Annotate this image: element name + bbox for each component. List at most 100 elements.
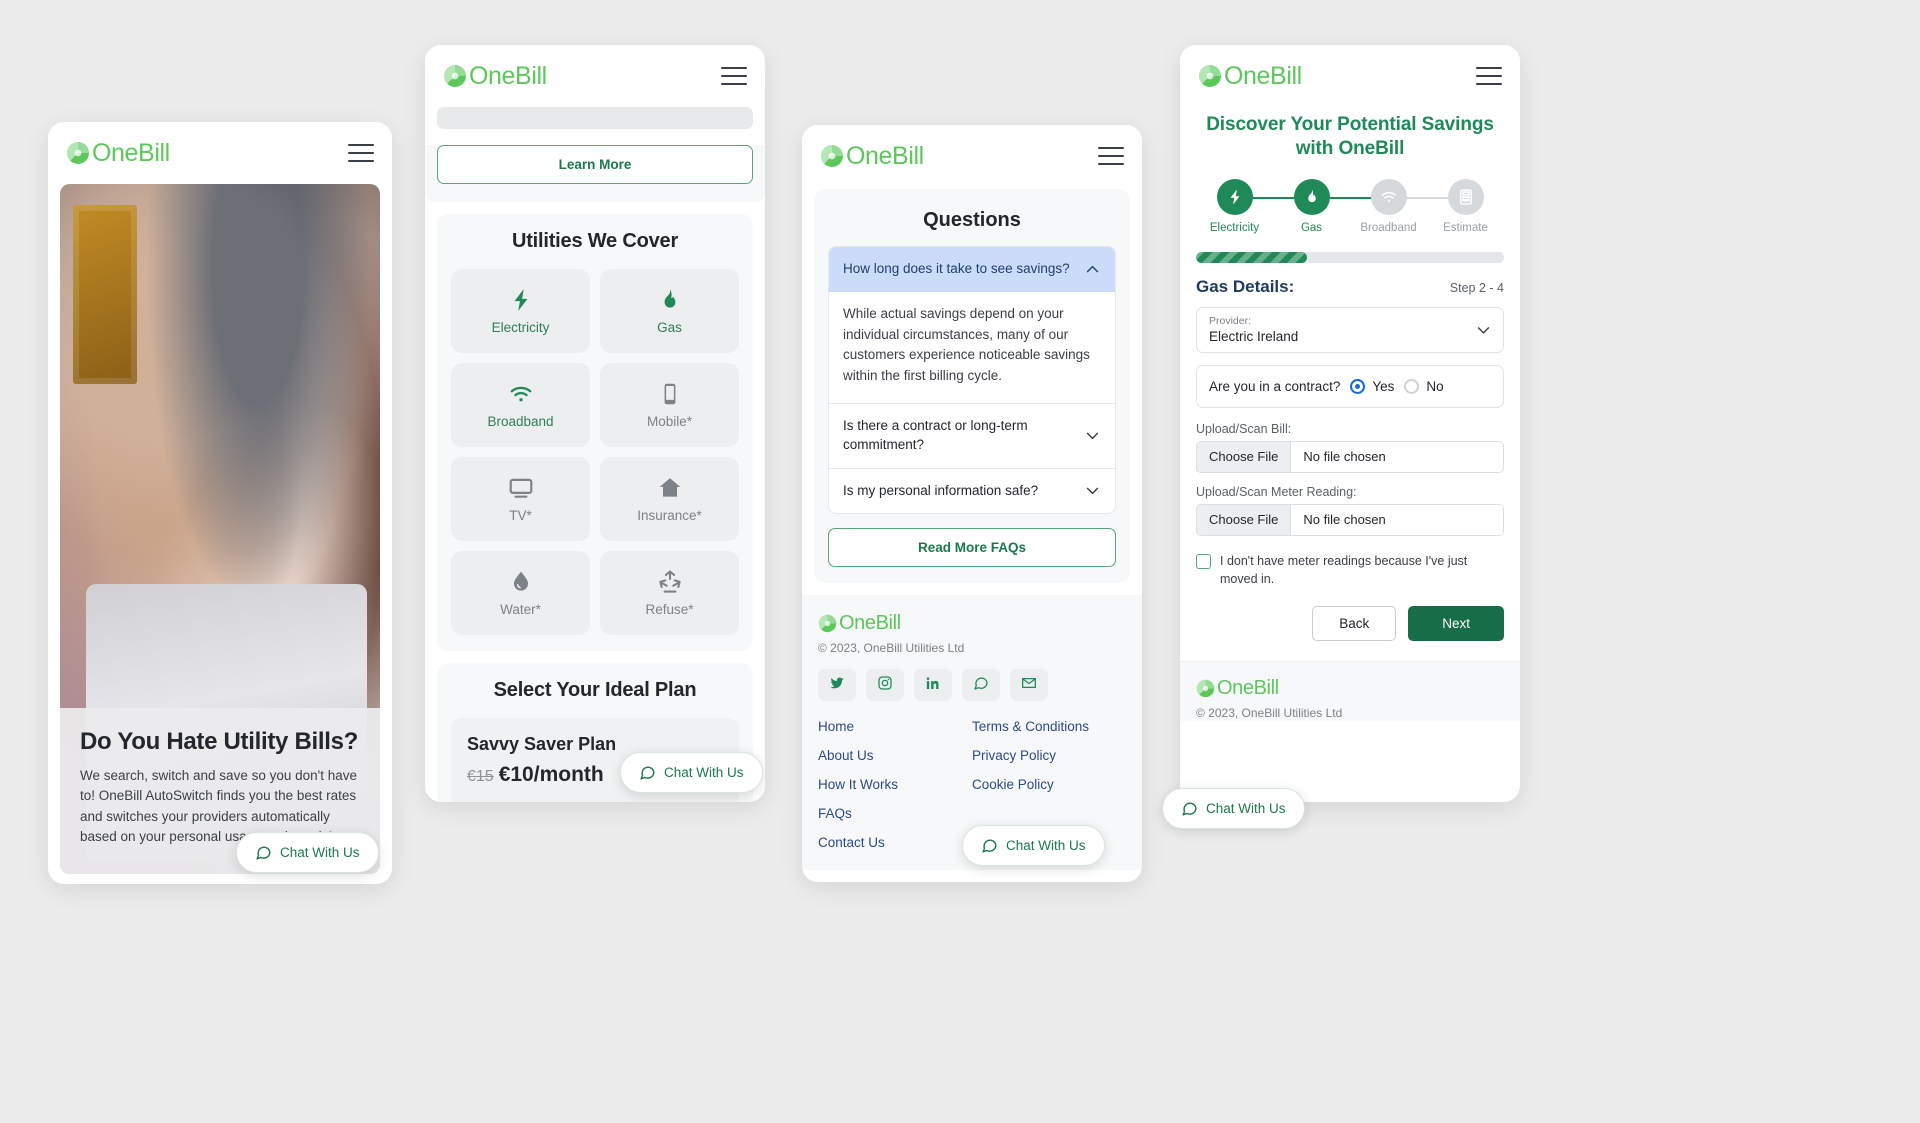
utility-label: Water* (500, 602, 541, 617)
droplet-icon (508, 569, 534, 595)
chat-button-label: Chat With Us (664, 765, 744, 780)
hamburger-menu-icon[interactable] (348, 144, 374, 162)
wizard-stepper: Electricity Gas Broadband Estimate (1180, 161, 1520, 234)
chat-with-us-button[interactable]: Chat With Us (236, 832, 379, 873)
faq-answer-text: While actual savings depend on your indi… (843, 305, 1090, 384)
radio-option-no[interactable]: No (1404, 378, 1444, 394)
footer-link-contact-us[interactable]: Contact Us (818, 835, 972, 850)
read-more-faqs-button[interactable]: Read More FAQs (828, 528, 1116, 568)
hero-section: Do You Hate Utility Bills? We search, sw… (60, 184, 380, 874)
chat-button-label: Chat With Us (280, 845, 360, 860)
progress-bar-fill (1196, 251, 1307, 263)
copyright-text: © 2023, OneBill Utilities Ltd (1196, 706, 1343, 721)
whatsapp-link[interactable] (962, 669, 1000, 702)
logo-text: OneBill (469, 61, 547, 90)
email-link[interactable] (1010, 669, 1048, 702)
radio-option-yes[interactable]: Yes (1350, 378, 1394, 394)
chat-with-us-button[interactable]: Chat With Us (620, 752, 763, 793)
faq-question-toggle[interactable]: Is my personal information safe? (829, 469, 1115, 514)
learn-more-button[interactable]: Learn More (437, 145, 753, 184)
chat-with-us-button[interactable]: Chat With Us (962, 825, 1105, 866)
footer-link-home[interactable]: Home (818, 719, 972, 734)
utility-tile-tv[interactable]: TV* (451, 457, 590, 541)
wizard-footer: OneBill © 2023, OneBill Utilities Ltd (1180, 661, 1520, 722)
no-meter-reading-label: I don't have meter readings because I've… (1220, 553, 1468, 586)
twitter-link[interactable] (818, 669, 856, 702)
choose-file-button[interactable]: Choose File (1197, 441, 1292, 472)
home-icon (657, 475, 683, 501)
wifi-icon (1370, 178, 1407, 215)
chat-with-us-button[interactable]: Chat With Us (1162, 788, 1305, 829)
utility-label: Electricity (491, 320, 550, 335)
radio-yes-input[interactable] (1350, 378, 1366, 394)
whatsapp-icon (973, 675, 989, 696)
footer-link-faqs[interactable]: FAQs (818, 806, 972, 821)
provider-select[interactable]: Provider: Electric Ireland (1196, 306, 1504, 353)
wizard-step-estimate[interactable]: Estimate (1427, 178, 1504, 234)
contract-question-label: Are you in a contract? (1209, 378, 1341, 394)
footer-link-terms[interactable]: Terms & Conditions (972, 719, 1126, 734)
copyright-text: © 2023, OneBill Utilities Ltd (818, 641, 965, 656)
linkedin-link[interactable] (914, 669, 952, 702)
utility-tile-insurance[interactable]: Insurance* (600, 457, 739, 541)
utility-tile-water[interactable]: Water* (451, 551, 590, 635)
logo-text: OneBill (92, 138, 170, 167)
phone-mockup-wizard: OneBill Discover Your Potential Savings … (1180, 45, 1520, 802)
utility-tile-broadband[interactable]: Broadband (451, 363, 590, 447)
phone-mockup-faq: OneBill Questions How long does it take … (802, 125, 1142, 882)
choose-file-button[interactable]: Choose File (1197, 504, 1292, 535)
plan-section-title: Select Your Ideal Plan (493, 679, 697, 701)
onebill-logo-icon (820, 144, 844, 168)
upload-meter-file-input[interactable]: Choose File No file chosen (1196, 503, 1504, 536)
wizard-step-electricity[interactable]: Electricity (1196, 178, 1273, 234)
app-header: OneBill (48, 122, 392, 184)
footer-logo[interactable]: OneBill (818, 613, 1126, 633)
onebill-logo-icon (818, 614, 837, 633)
no-meter-reading-checkbox[interactable] (1196, 553, 1211, 569)
utility-label: Broadband (487, 414, 554, 429)
hamburger-menu-icon[interactable] (1098, 147, 1124, 165)
footer-link-cookie[interactable]: Cookie Policy (972, 777, 1126, 792)
whatsapp-icon (981, 837, 998, 854)
chevron-up-icon (1084, 261, 1101, 278)
radio-no-input[interactable] (1404, 378, 1420, 394)
wizard-step-count: Step 2 - 4 (1449, 280, 1504, 295)
wizard-step-gas[interactable]: Gas (1273, 178, 1350, 234)
email-icon (1021, 675, 1037, 696)
decorative-picture-frame (72, 204, 137, 385)
footer-link-how-it-works[interactable]: How It Works (818, 777, 972, 792)
utility-tile-gas[interactable]: Gas (600, 269, 739, 353)
footer-link-privacy[interactable]: Privacy Policy (972, 748, 1126, 763)
logo[interactable]: OneBill (820, 143, 924, 169)
flame-icon (1293, 178, 1330, 215)
faq-question-toggle[interactable]: How long does it take to see savings? (829, 247, 1115, 292)
whatsapp-icon (639, 764, 656, 781)
wizard-section-title: Gas Details: (1196, 276, 1295, 296)
back-button[interactable]: Back (1312, 606, 1397, 642)
faq-title: Questions (923, 209, 1021, 231)
logo[interactable]: OneBill (1198, 63, 1302, 89)
utility-tile-mobile[interactable]: Mobile* (600, 363, 739, 447)
plan-current-price: €10/month (498, 763, 604, 786)
footer-link-about-us[interactable]: About Us (818, 748, 972, 763)
instagram-link[interactable] (866, 669, 904, 702)
next-button[interactable]: Next (1408, 606, 1504, 642)
faq-question-toggle[interactable]: Is there a contract or long-term commitm… (829, 404, 1115, 467)
onebill-logo-icon (66, 141, 90, 165)
phone-mockup-home: OneBill Do You Hate Utility Bills? We se… (48, 122, 392, 884)
hamburger-menu-icon[interactable] (721, 67, 747, 85)
hero-title: Do You Hate Utility Bills? (80, 727, 359, 755)
logo[interactable]: OneBill (443, 61, 547, 90)
utility-tile-refuse[interactable]: Refuse* (600, 551, 739, 635)
footer-column-left: Home About Us How It Works FAQs Contact … (818, 719, 972, 850)
utility-label: Gas (657, 320, 682, 335)
hamburger-menu-icon[interactable] (1476, 67, 1502, 85)
logo[interactable]: OneBill (66, 138, 170, 167)
utility-tile-electricity[interactable]: Electricity (451, 269, 590, 353)
wizard-step-broadband[interactable]: Broadband (1350, 178, 1427, 234)
recycle-icon (657, 569, 683, 595)
chat-button-label: Chat With Us (1206, 801, 1286, 816)
footer-logo[interactable]: OneBill (1196, 678, 1504, 698)
linkedin-icon (925, 675, 941, 696)
upload-bill-file-input[interactable]: Choose File No file chosen (1196, 440, 1504, 473)
